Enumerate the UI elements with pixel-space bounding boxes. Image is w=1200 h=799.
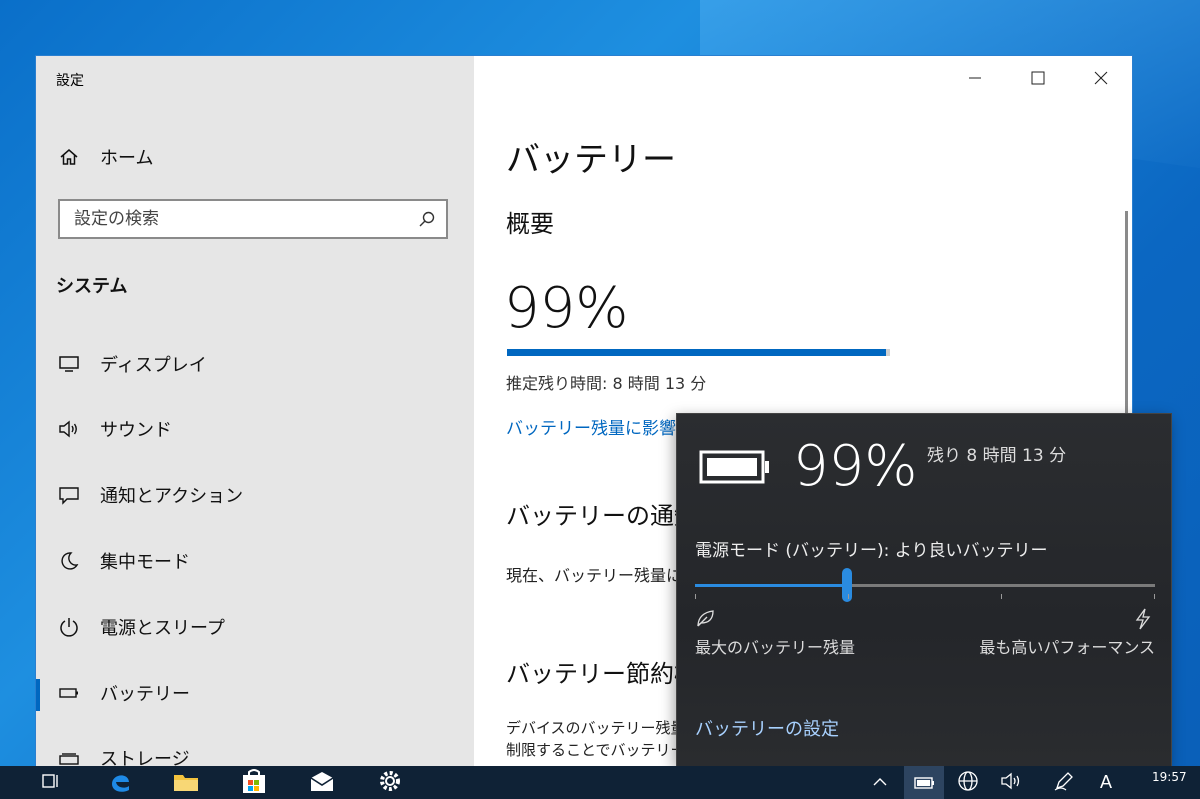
flyout-remaining: 残り 8 時間 13 分 <box>927 446 1067 466</box>
lightning-icon <box>1133 608 1153 634</box>
edge-button[interactable] <box>102 766 138 799</box>
slider-tick <box>695 594 696 599</box>
sidebar-item-label: バッテリー <box>100 684 190 705</box>
sidebar-item-label: サウンド <box>100 420 172 441</box>
mail-icon <box>308 769 336 797</box>
sidebar-item-label: ディスプレイ <box>100 355 207 376</box>
minimize-button[interactable] <box>952 64 998 94</box>
leaf-icon <box>695 608 717 632</box>
power-icon <box>58 616 80 638</box>
power-mode-slider[interactable] <box>695 568 1155 602</box>
overview-heading: 概要 <box>506 210 554 238</box>
selected-indicator <box>36 679 40 711</box>
sidebar-item-display[interactable]: ディスプレイ <box>58 348 207 380</box>
sidebar-item-sound[interactable]: サウンド <box>58 413 172 445</box>
pen-icon <box>1053 770 1075 796</box>
slider-thumb[interactable] <box>841 568 852 602</box>
minimize-icon <box>968 70 982 89</box>
store-button[interactable] <box>236 766 272 799</box>
close-icon <box>1094 70 1108 89</box>
battery-settings-link[interactable]: バッテリーの設定 <box>695 715 839 741</box>
file-explorer-icon <box>172 769 200 797</box>
pen-workspace-button[interactable] <box>1050 766 1078 799</box>
estimated-remaining: 推定残り時間: 8 時間 13 分 <box>506 374 707 393</box>
slider-fill <box>695 584 847 587</box>
settings-icon <box>377 768 403 798</box>
task-view-button[interactable] <box>36 766 66 799</box>
search-input[interactable] <box>60 208 416 230</box>
task-view-icon <box>41 772 61 794</box>
show-hidden-icons-button[interactable] <box>868 766 892 799</box>
page-title: バッテリー <box>506 140 676 180</box>
speaker-icon <box>58 418 80 440</box>
notification-icon <box>58 484 80 506</box>
battery-percent: 99% <box>504 276 629 341</box>
battery-saver-heading: バッテリー節約機 <box>506 660 698 688</box>
sidebar-item-home[interactable]: ホーム <box>58 141 153 173</box>
slider-left-label: 最大のバッテリー残量 <box>695 638 856 657</box>
slider-tick <box>1154 594 1155 599</box>
maximize-icon <box>1031 70 1045 89</box>
battery-progress-fill <box>507 349 887 356</box>
sidebar-item-label: 集中モード <box>100 552 190 573</box>
sidebar: 設定 ホーム システム ディスプレイ サウンド <box>36 56 474 770</box>
sidebar-item-label: 通知とアクション <box>100 486 244 507</box>
network-icon <box>957 770 979 796</box>
sidebar-item-focus-assist[interactable]: 集中モード <box>58 545 190 577</box>
slider-tick <box>1001 594 1002 599</box>
ime-button[interactable]: A <box>1094 766 1118 799</box>
battery-saver-text-line: デバイスのバッテリー残量 <box>506 719 686 737</box>
mail-button[interactable] <box>304 766 340 799</box>
battery-progress-bar <box>507 349 890 356</box>
notification-text: 現在、バッテリー残量に <box>506 566 683 585</box>
sidebar-item-notifications[interactable]: 通知とアクション <box>58 479 243 511</box>
edge-icon <box>107 768 133 798</box>
search-icon[interactable] <box>418 210 436 232</box>
battery-large-icon <box>699 450 771 488</box>
network-button[interactable] <box>954 766 982 799</box>
battery-flyout: 99% 残り 8 時間 13 分 電源モード (バッテリー): より良いバッテリ… <box>677 414 1171 766</box>
search-box[interactable] <box>58 199 448 239</box>
taskbar: A 19:57 <box>0 766 1200 799</box>
display-icon <box>58 353 80 375</box>
flyout-battery-percent: 99% <box>793 434 918 499</box>
battery-icon <box>914 775 936 794</box>
section-heading-system: システム <box>56 276 128 297</box>
notification-heading: バッテリーの通知 <box>506 502 698 530</box>
volume-icon <box>1000 771 1024 795</box>
sidebar-item-label: ホーム <box>100 148 154 169</box>
close-button[interactable] <box>1078 64 1124 94</box>
file-explorer-button[interactable] <box>168 766 204 799</box>
battery-saver-text: デバイスのバッテリー残量 制限することでバッテリー <box>506 717 686 761</box>
battery-usage-link[interactable]: バッテリー残量に影響を <box>506 414 693 439</box>
slider-right-label: 最も高いパフォーマンス <box>979 638 1155 657</box>
tray-battery-button[interactable] <box>904 766 944 799</box>
moon-icon <box>58 550 80 572</box>
settings-button[interactable] <box>372 766 408 799</box>
battery-icon <box>58 682 80 704</box>
window-title: 設定 <box>56 73 84 89</box>
maximize-button[interactable] <box>1015 64 1061 94</box>
home-icon <box>58 146 80 168</box>
ime-icon: A <box>1099 772 1112 792</box>
store-icon <box>240 768 268 798</box>
volume-button[interactable] <box>998 766 1026 799</box>
battery-saver-text-line: 制限することでバッテリー <box>506 741 686 759</box>
clock[interactable]: 19:57 <box>1152 770 1187 784</box>
slider-tick <box>848 594 849 599</box>
power-mode-label: 電源モード (バッテリー): より良いバッテリー <box>695 541 1048 561</box>
sidebar-item-power-sleep[interactable]: 電源とスリープ <box>58 611 225 643</box>
chevron-up-icon <box>872 773 888 792</box>
sidebar-item-battery[interactable]: バッテリー <box>58 677 190 709</box>
sidebar-item-label: 電源とスリープ <box>100 618 225 639</box>
